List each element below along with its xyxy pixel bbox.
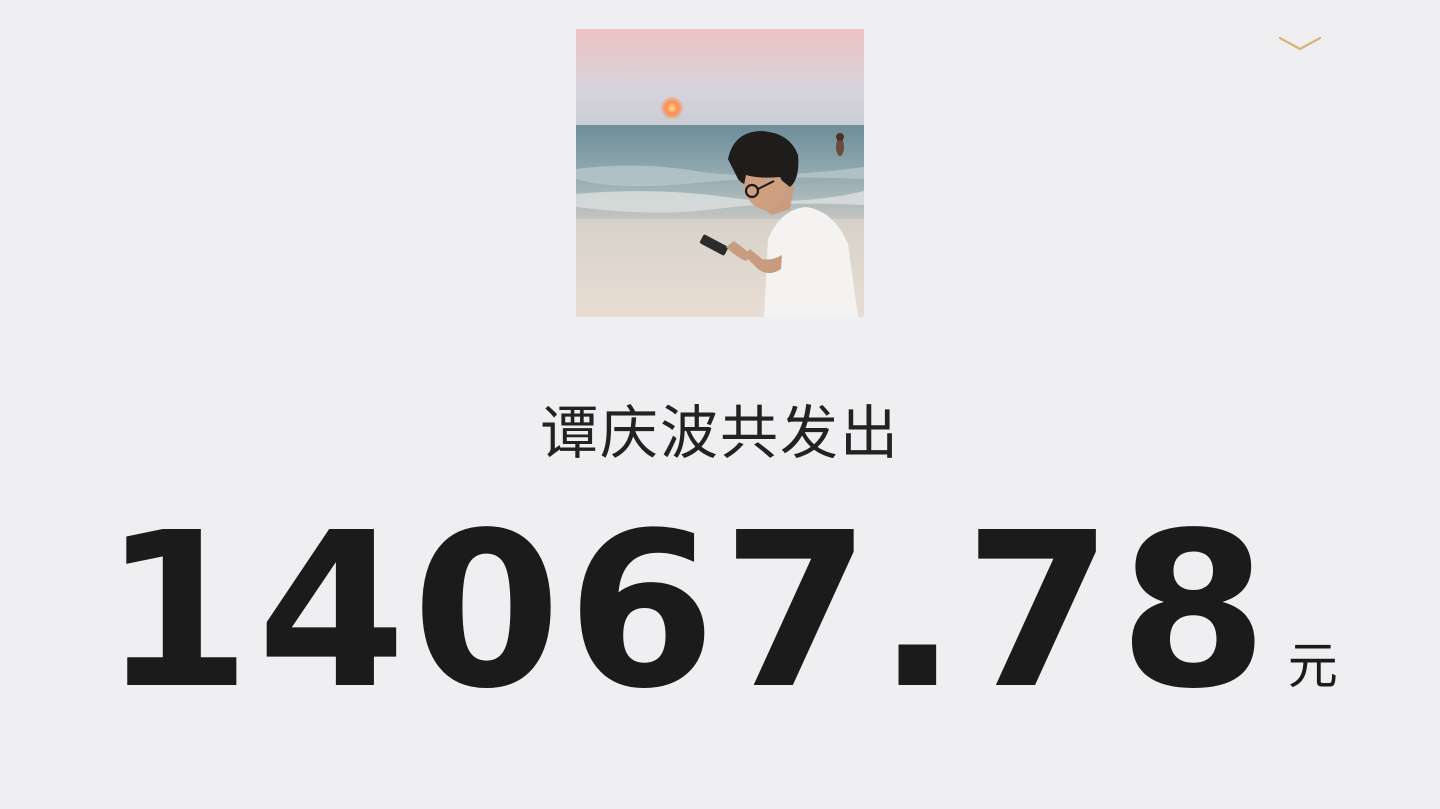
currency-unit: 元: [1287, 637, 1338, 695]
collapse-button[interactable]: [1276, 30, 1324, 58]
sender-total-label: 谭庆波共发出: [539, 399, 900, 467]
avatar[interactable]: [576, 29, 864, 317]
red-packet-summary-page: 谭庆波共发出 14067.78 元: [0, 0, 1440, 809]
chevron-down-icon: [1278, 35, 1322, 53]
avatar-image: [576, 29, 864, 317]
total-amount: 14067.78: [102, 487, 1274, 736]
amount-display: 14067.78 元: [0, 487, 1440, 736]
